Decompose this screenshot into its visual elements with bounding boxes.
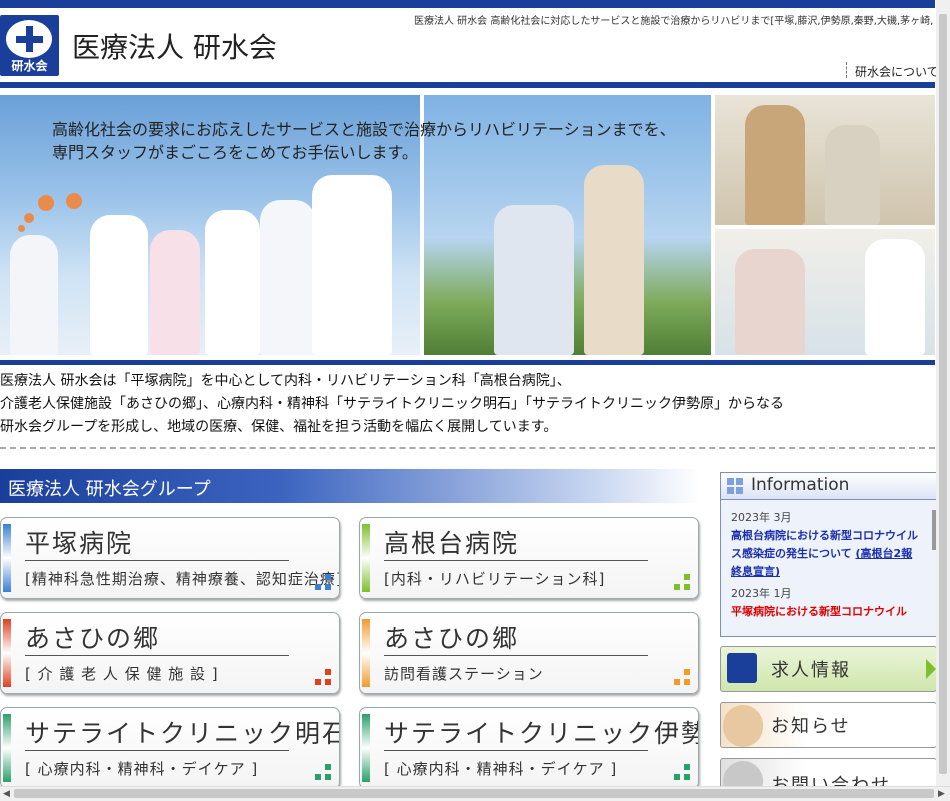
nav-separator (846, 62, 848, 78)
card-subtitle: [精神科急性期治療、精神療養、認知症治療] (25, 570, 340, 588)
card-stripe (3, 524, 11, 592)
corner-mark-icon (674, 764, 690, 780)
card-rule (384, 750, 648, 751)
logo-icon (727, 653, 757, 683)
card-title: サテライトクリニック明石 (25, 719, 340, 748)
info-news-link[interactable]: 平塚病院における新型コロナウイル (731, 603, 927, 621)
corner-mark-icon (674, 669, 690, 685)
nav-about-link[interactable]: 研水会について (855, 63, 939, 80)
group-card[interactable]: サテライトクリニック伊勢原 [ 心療内科・精神科・デイケア ] (359, 707, 699, 789)
hero-rehab-photo (715, 95, 935, 225)
logo[interactable]: 研水会 (0, 15, 59, 76)
jobs-button[interactable]: 求人情報 (720, 646, 937, 692)
group-card[interactable]: 高根台病院 [内科・リハビリテーション科] (359, 517, 699, 599)
jobs-label: 求人情報 (771, 660, 851, 681)
arrow-right-icon (926, 659, 936, 679)
hero-checkup-photo (715, 229, 935, 355)
corner-mark-icon (315, 669, 331, 685)
corner-mark-icon (315, 764, 331, 780)
intro-line-2: 介護老人保健施設「あさひの郷」、心療内科・精神科「サテライトクリニック明石」「サ… (0, 396, 784, 412)
card-rule (25, 560, 289, 561)
info-panel: Information 2023年 3月 高根台病院における新型コロナウイルス感… (720, 472, 937, 637)
card-stripe (362, 714, 370, 782)
scroll-right-icon[interactable]: ▶ (938, 789, 945, 799)
group-heading-text: 医療法人 研水会グループ (8, 479, 211, 500)
grid-icon (727, 478, 743, 494)
group-card[interactable]: あさひの郷 [ 介 護 老 人 保 健 施 設 ] (0, 612, 340, 694)
card-title: あさひの郷 (384, 624, 520, 653)
group-card[interactable]: あさひの郷訪問看護ステーション (359, 612, 699, 694)
intro-line-3: 研水会グループを形成し、地域の医療、保健、福祉を担う活動を幅広く展開しています。 (0, 419, 558, 435)
card-subtitle: [ 心療内科・精神科・デイケア ] (384, 760, 618, 778)
card-stripe (362, 619, 370, 687)
hero-line-2: 専門スタッフがまごころをこめてお手伝いします。 (52, 143, 418, 162)
info-heading: Information (751, 475, 850, 495)
cross-icon (6, 20, 52, 58)
header-bar (0, 82, 935, 88)
hero-line-1: 高齢化社会の要求にお応えしたサービスと施設で治療からリハビリテーションまでを、 (52, 120, 676, 139)
card-subtitle: [内科・リハビリテーション科] (384, 570, 606, 588)
hero-divider (0, 360, 935, 365)
corner-mark-icon (674, 574, 690, 590)
group-heading: 医療法人 研水会グループ (0, 469, 700, 503)
intro-text: 医療法人 研水会は「平塚病院」を中心として内科・リハビリテーション科「高根台病院… (0, 370, 935, 439)
info-date: 2023年 3月 (731, 511, 792, 524)
top-bar (0, 0, 935, 8)
info-news-link[interactable]: 高根台病院における新型コロナウイルス感染症の発生について (高根台2報 終息宣言… (731, 527, 927, 581)
card-rule (384, 655, 648, 656)
card-stripe (362, 524, 370, 592)
hero-message: 高齢化社会の要求にお応えしたサービスと施設で治療からリハビリテーションまでを、 … (52, 118, 692, 164)
news-button[interactable]: お知らせ (720, 702, 937, 748)
group-card[interactable]: サテライトクリニック明石 [ 心療内科・精神科・デイケア ] (0, 707, 340, 789)
card-subtitle: [ 介 護 老 人 保 健 施 設 ] (25, 665, 219, 683)
card-rule (384, 560, 648, 561)
card-stripe (3, 714, 11, 782)
card-subtitle: [ 心療内科・精神科・デイケア ] (25, 760, 259, 778)
card-rule (25, 655, 289, 656)
card-stripe (3, 619, 11, 687)
corner-mark-icon (315, 574, 331, 590)
card-title: あさひの郷 (25, 624, 161, 653)
person-icon (723, 705, 763, 747)
info-list: 2023年 3月 高根台病院における新型コロナウイルス感染症の発生について (高… (731, 509, 927, 621)
card-rule (25, 750, 289, 751)
card-title: サテライトクリニック伊勢原 (384, 719, 698, 748)
info-date: 2023年 1月 (731, 587, 792, 600)
page-horizontal-scrollbar[interactable]: ◀ ▶ (0, 786, 950, 801)
section-divider (0, 447, 935, 449)
page-vertical-scrollbar[interactable] (936, 0, 950, 786)
tagline: 医療法人 研水会 高齢化社会に対応したサービスと施設で治療からリハビリまで[平塚… (414, 16, 934, 27)
group-card[interactable]: 平塚病院 [精神科急性期治療、精神療養、認知症治療] (0, 517, 340, 599)
card-title: 平塚病院 (25, 529, 134, 558)
info-header: Information (721, 473, 936, 500)
card-subtitle: 訪問看護ステーション (384, 665, 544, 683)
news-label: お知らせ (771, 716, 851, 737)
logo-text: 研水会 (11, 59, 48, 73)
intro-line-1: 医療法人 研水会は「平塚病院」を中心として内科・リハビリテーション科「高根台病院… (0, 373, 571, 389)
card-title: 高根台病院 (384, 529, 520, 558)
vertical-scroll-thumb[interactable] (939, 14, 947, 774)
horizontal-scroll-thumb[interactable] (14, 789, 934, 798)
org-name: 医療法人 研水会 (72, 31, 277, 64)
scroll-left-icon[interactable]: ◀ (3, 789, 10, 799)
